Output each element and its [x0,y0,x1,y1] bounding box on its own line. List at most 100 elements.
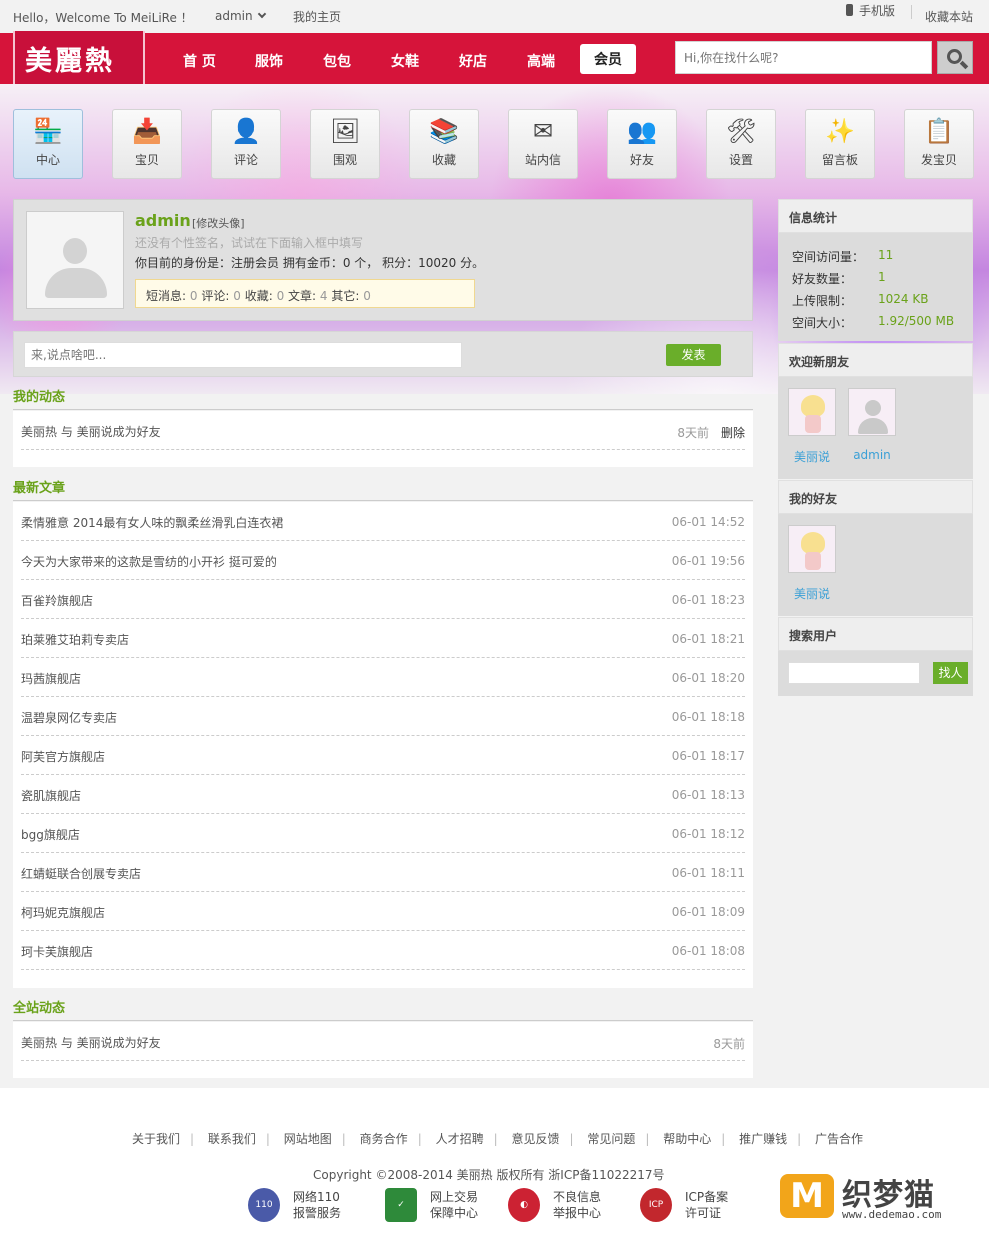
footer-link[interactable]: 关于我们 [132,1130,180,1147]
icp-seal-icon: ICP [640,1188,672,1222]
friend-card[interactable]: 美丽说 [787,388,837,465]
magic-wand-icon: ✨ [825,117,855,145]
nav-bags[interactable]: 包包 [323,51,351,71]
friend-card[interactable]: admin [847,388,897,462]
article-link[interactable]: 温碧泉网亿专卖店 [21,709,117,726]
post-box: 发表 [13,331,753,377]
nav-high-end[interactable]: 高端 [527,51,555,71]
list-item: bgg旗舰店 06-01 18:12 [21,814,745,853]
nav-member[interactable]: 会员 [580,44,636,74]
footer: 关于我们 | 联系我们 | 网站地图 | 商务合作 | 人才招聘 | 意见反馈 | 常见问题… [0,1088,989,1238]
modify-avatar-link[interactable]: [修改头像] [192,215,245,231]
user-search-input[interactable] [788,662,920,684]
logo-text: 美麗熱 [25,46,115,77]
chevron-down-icon [257,9,266,19]
list-item: 瓷肌旗舰店 06-01 18:13 [21,775,745,814]
tile-comments[interactable]: 👤 评论 [211,109,281,179]
article-link[interactable]: 珀莱雅艾珀莉专卖店 [21,631,129,648]
site-search-input[interactable] [676,42,916,73]
stats-box: 短消息: 0 评论: 0 收藏: 0 文章: 4 其它: 0 [135,279,475,308]
footer-link[interactable]: 联系我们 [208,1130,256,1147]
shield-icon: ✓ [385,1188,417,1222]
article-date: 06-01 18:08 [671,944,745,958]
footer-links: 关于我们 | 联系我们 | 网站地图 | 商务合作 | 人才招聘 | 意见反馈 | 常见问题… [132,1130,864,1147]
find-user-button[interactable]: 找人 [933,662,968,684]
nav-clothing[interactable]: 服饰 [255,51,283,71]
footer-link[interactable]: 帮助中心 [663,1130,711,1147]
avatar [788,388,836,436]
article-date: 06-01 18:17 [671,749,745,763]
article-link[interactable]: 瓷肌旗舰店 [21,787,81,804]
my-home-link[interactable]: 我的主页 [293,8,341,25]
article-link[interactable]: 玛茜旗舰店 [21,670,81,687]
list-item: 百雀羚旗舰店 06-01 18:23 [21,580,745,619]
mobile-version-link[interactable]: 手机版 [846,2,895,19]
top-bar: Hello，Welcome To MeiLiRe ！ admin 我的主页 手机… [0,0,989,33]
avatar[interactable] [26,211,124,309]
article-link[interactable]: 今天为大家带来的这款是雪纺的小开衫 挺可爱的 [21,553,277,570]
publish-button[interactable]: 发表 [666,344,721,366]
article-link[interactable]: 阿芙官方旗舰店 [21,748,105,765]
list-item: 美丽热 与 美丽说成为好友 8天前 [21,1022,745,1061]
profile-username[interactable]: admin [135,211,191,230]
site-logo[interactable]: 美麗熱 [13,31,145,94]
nav-home[interactable]: 首 页 [183,51,216,71]
my-feed-title: 我的动态 [13,390,66,405]
tile-messages[interactable]: ✉ 站内信 [508,109,578,179]
tile-watch[interactable]: 🖼 围观 [310,109,380,179]
article-date: 06-01 18:18 [671,710,745,724]
footer-link[interactable]: 商务合作 [360,1130,408,1147]
info-row: 空间访问量： 11 [792,248,894,264]
shop-icon: 🏪 [33,117,63,145]
clipboard-icon: 📋 [924,117,954,145]
footer-link[interactable]: 意见反馈 [511,1130,559,1147]
article-link[interactable]: 百雀羚旗舰店 [21,592,93,609]
tile-favorites[interactable]: 📚 收藏 [409,109,479,179]
police-shield-icon: 110 [248,1188,280,1222]
new-friends-title: 欢迎新朋友 [778,343,973,377]
divider [13,500,753,501]
delete-link[interactable]: 删除 [721,424,745,441]
tile-friends[interactable]: 👥 好友 [607,109,677,179]
footer-link[interactable]: 广告合作 [815,1130,863,1147]
m-logo-icon: M [780,1174,834,1218]
nav-good-shops[interactable]: 好店 [459,51,487,71]
feed-text[interactable]: 美丽热 与 美丽说成为好友 [21,423,161,440]
tile-center[interactable]: 🏪 中心 [13,109,83,179]
tile-items[interactable]: 📥 宝贝 [112,109,182,179]
divider [911,5,912,19]
article-link[interactable]: 珂卡芙旗舰店 [21,943,93,960]
post-input[interactable] [24,342,462,368]
list-item: 柯玛妮克旗舰店 06-01 18:09 [21,892,745,931]
friend-card[interactable]: 美丽说 [787,525,837,602]
site-search-box [675,41,932,74]
watermark-logo: M 织梦猫 www.dedemao.com [780,1170,970,1222]
divider [13,1020,753,1021]
avatar [788,525,836,573]
my-friends-panel: 美丽说 [778,514,973,616]
feed-time: 8天前 [713,1037,745,1051]
article-date: 06-01 18:21 [671,632,745,646]
feed-text[interactable]: 美丽热 与 美丽说成为好友 [21,1034,161,1051]
copyright-text: Copyright ©2008-2014 美丽热 版权所有 浙ICP备11022… [313,1168,665,1182]
nav-shoes[interactable]: 女鞋 [391,51,419,71]
mobile-label: 手机版 [859,4,896,18]
footer-link[interactable]: 人才招聘 [436,1130,484,1147]
article-link[interactable]: bgg旗舰店 [21,826,80,843]
search-button[interactable] [937,41,973,74]
footer-link[interactable]: 常见问题 [587,1130,635,1147]
footer-link[interactable]: 网站地图 [284,1130,332,1147]
article-link[interactable]: 柔情雅意 2014最有女人味的飘柔丝滑乳白连衣裙 [21,514,283,531]
footer-link[interactable]: 推广赚钱 [739,1130,787,1147]
article-link[interactable]: 红蜻蜓联合创展专卖店 [21,865,141,882]
latest-articles-list: 柔情雅意 2014最有女人味的飘柔丝滑乳白连衣裙 06-01 14:52 今天为大… [13,502,753,988]
info-row: 上传限制： 1024 KB [792,292,929,308]
tile-publish[interactable]: 📋 发宝贝 [904,109,974,179]
tile-settings[interactable]: 🛠 设置 [706,109,776,179]
user-menu[interactable]: admin [215,9,266,23]
tile-guestbook[interactable]: ✨ 留言板 [805,109,875,179]
envelope-icon: ✉ [532,117,554,145]
article-link[interactable]: 柯玛妮克旗舰店 [21,904,105,921]
bookmark-link[interactable]: 收藏本站 [925,8,973,25]
list-item: 温碧泉网亿专卖店 06-01 18:18 [21,697,745,736]
